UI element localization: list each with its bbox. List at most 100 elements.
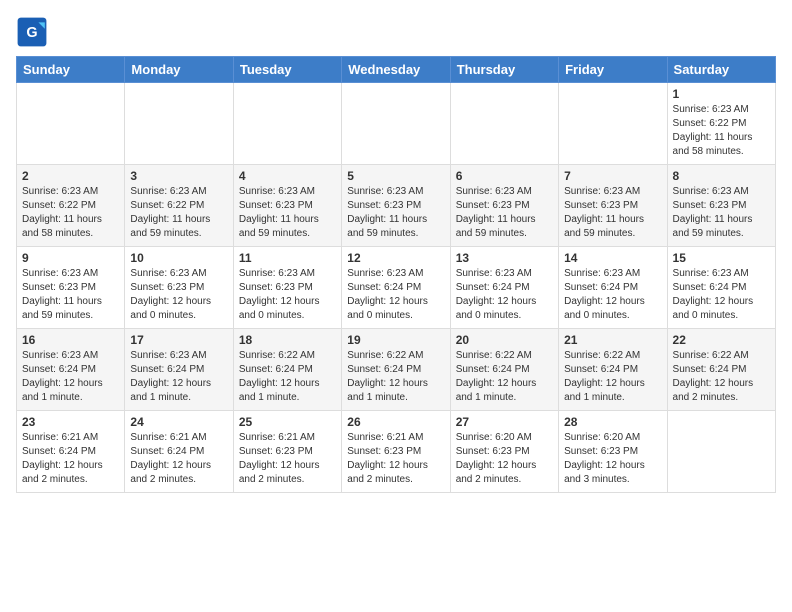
calendar-cell [342, 83, 450, 165]
day-info: Sunrise: 6:21 AM Sunset: 6:24 PM Dayligh… [130, 431, 227, 487]
day-info: Sunrise: 6:23 AM Sunset: 6:24 PM Dayligh… [564, 267, 661, 323]
day-info: Sunrise: 6:23 AM Sunset: 6:23 PM Dayligh… [239, 267, 336, 323]
day-number: 27 [456, 415, 553, 429]
week-row-5: 23 Sunrise: 6:21 AM Sunset: 6:24 PM Dayli… [17, 411, 776, 493]
day-info: Sunrise: 6:23 AM Sunset: 6:23 PM Dayligh… [239, 185, 336, 241]
calendar-cell: 16 Sunrise: 6:23 AM Sunset: 6:24 PM Dayli… [17, 329, 125, 411]
day-info: Sunrise: 6:21 AM Sunset: 6:23 PM Dayligh… [347, 431, 444, 487]
day-number: 9 [22, 251, 119, 265]
day-number: 24 [130, 415, 227, 429]
calendar-cell: 10 Sunrise: 6:23 AM Sunset: 6:23 PM Dayli… [125, 247, 233, 329]
day-number: 18 [239, 333, 336, 347]
day-info: Sunrise: 6:23 AM Sunset: 6:23 PM Dayligh… [673, 185, 770, 241]
calendar-cell: 17 Sunrise: 6:23 AM Sunset: 6:24 PM Dayli… [125, 329, 233, 411]
calendar-cell: 25 Sunrise: 6:21 AM Sunset: 6:23 PM Dayli… [233, 411, 341, 493]
calendar-cell: 6 Sunrise: 6:23 AM Sunset: 6:23 PM Daylig… [450, 165, 558, 247]
day-info: Sunrise: 6:23 AM Sunset: 6:23 PM Dayligh… [22, 267, 119, 323]
day-info: Sunrise: 6:23 AM Sunset: 6:22 PM Dayligh… [130, 185, 227, 241]
day-info: Sunrise: 6:23 AM Sunset: 6:23 PM Dayligh… [456, 185, 553, 241]
day-number: 23 [22, 415, 119, 429]
calendar-cell: 21 Sunrise: 6:22 AM Sunset: 6:24 PM Dayli… [559, 329, 667, 411]
calendar-cell: 1Sunrise: 6:23 AM Sunset: 6:22 PM Daylig… [667, 83, 775, 165]
day-number: 22 [673, 333, 770, 347]
day-number: 20 [456, 333, 553, 347]
day-number: 16 [22, 333, 119, 347]
calendar-cell: 3 Sunrise: 6:23 AM Sunset: 6:22 PM Daylig… [125, 165, 233, 247]
day-info: Sunrise: 6:23 AM Sunset: 6:23 PM Dayligh… [347, 185, 444, 241]
week-row-2: 2 Sunrise: 6:23 AM Sunset: 6:22 PM Daylig… [17, 165, 776, 247]
weekday-header-thursday: Thursday [450, 57, 558, 83]
day-info: Sunrise: 6:23 AM Sunset: 6:23 PM Dayligh… [130, 267, 227, 323]
week-row-1: 1Sunrise: 6:23 AM Sunset: 6:22 PM Daylig… [17, 83, 776, 165]
day-number: 3 [130, 169, 227, 183]
weekday-header-friday: Friday [559, 57, 667, 83]
day-info: Sunrise: 6:22 AM Sunset: 6:24 PM Dayligh… [347, 349, 444, 405]
calendar-cell: 19 Sunrise: 6:22 AM Sunset: 6:24 PM Dayli… [342, 329, 450, 411]
calendar-cell [125, 83, 233, 165]
calendar-cell [667, 411, 775, 493]
day-info: Sunrise: 6:23 AM Sunset: 6:24 PM Dayligh… [456, 267, 553, 323]
calendar-cell: 24 Sunrise: 6:21 AM Sunset: 6:24 PM Dayli… [125, 411, 233, 493]
calendar-cell: 23 Sunrise: 6:21 AM Sunset: 6:24 PM Dayli… [17, 411, 125, 493]
day-info: Sunrise: 6:21 AM Sunset: 6:24 PM Dayligh… [22, 431, 119, 487]
day-number: 5 [347, 169, 444, 183]
calendar-cell: 18 Sunrise: 6:22 AM Sunset: 6:24 PM Dayli… [233, 329, 341, 411]
calendar-cell: 15Sunrise: 6:23 AM Sunset: 6:24 PM Dayli… [667, 247, 775, 329]
day-number: 7 [564, 169, 661, 183]
calendar-cell: 12 Sunrise: 6:23 AM Sunset: 6:24 PM Dayli… [342, 247, 450, 329]
day-info: Sunrise: 6:23 AM Sunset: 6:24 PM Dayligh… [347, 267, 444, 323]
calendar-cell: 5 Sunrise: 6:23 AM Sunset: 6:23 PM Daylig… [342, 165, 450, 247]
logo: G [16, 16, 52, 48]
day-info: Sunrise: 6:23 AM Sunset: 6:22 PM Dayligh… [22, 185, 119, 241]
day-number: 28 [564, 415, 661, 429]
day-info: Sunrise: 6:21 AM Sunset: 6:23 PM Dayligh… [239, 431, 336, 487]
week-row-4: 16 Sunrise: 6:23 AM Sunset: 6:24 PM Dayli… [17, 329, 776, 411]
day-number: 19 [347, 333, 444, 347]
day-info: Sunrise: 6:23 AM Sunset: 6:24 PM Dayligh… [130, 349, 227, 405]
svg-text:G: G [26, 25, 37, 41]
calendar-cell: 9 Sunrise: 6:23 AM Sunset: 6:23 PM Daylig… [17, 247, 125, 329]
day-info: Sunrise: 6:20 AM Sunset: 6:23 PM Dayligh… [456, 431, 553, 487]
day-info: Sunrise: 6:22 AM Sunset: 6:24 PM Dayligh… [239, 349, 336, 405]
calendar-cell [450, 83, 558, 165]
week-row-3: 9 Sunrise: 6:23 AM Sunset: 6:23 PM Daylig… [17, 247, 776, 329]
day-number: 10 [130, 251, 227, 265]
day-info: Sunrise: 6:22 AM Sunset: 6:24 PM Dayligh… [673, 349, 770, 405]
day-number: 12 [347, 251, 444, 265]
day-info: Sunrise: 6:23 AM Sunset: 6:22 PM Dayligh… [673, 103, 770, 159]
day-number: 11 [239, 251, 336, 265]
calendar-cell: 8Sunrise: 6:23 AM Sunset: 6:23 PM Daylig… [667, 165, 775, 247]
day-number: 13 [456, 251, 553, 265]
day-number: 25 [239, 415, 336, 429]
weekday-header-saturday: Saturday [667, 57, 775, 83]
weekday-header-sunday: Sunday [17, 57, 125, 83]
logo-icon: G [16, 16, 48, 48]
calendar-cell: 13 Sunrise: 6:23 AM Sunset: 6:24 PM Dayli… [450, 247, 558, 329]
calendar-cell: 4 Sunrise: 6:23 AM Sunset: 6:23 PM Daylig… [233, 165, 341, 247]
day-info: Sunrise: 6:22 AM Sunset: 6:24 PM Dayligh… [456, 349, 553, 405]
day-info: Sunrise: 6:23 AM Sunset: 6:23 PM Dayligh… [564, 185, 661, 241]
calendar-cell: 7 Sunrise: 6:23 AM Sunset: 6:23 PM Daylig… [559, 165, 667, 247]
day-number: 2 [22, 169, 119, 183]
day-number: 6 [456, 169, 553, 183]
calendar-cell: 20 Sunrise: 6:22 AM Sunset: 6:24 PM Dayli… [450, 329, 558, 411]
calendar-cell: 14 Sunrise: 6:23 AM Sunset: 6:24 PM Dayli… [559, 247, 667, 329]
calendar-cell: 11 Sunrise: 6:23 AM Sunset: 6:23 PM Dayli… [233, 247, 341, 329]
calendar-table: SundayMondayTuesdayWednesdayThursdayFrid… [16, 56, 776, 493]
weekday-header-row: SundayMondayTuesdayWednesdayThursdayFrid… [17, 57, 776, 83]
calendar-cell: 27 Sunrise: 6:20 AM Sunset: 6:23 PM Dayli… [450, 411, 558, 493]
day-number: 4 [239, 169, 336, 183]
calendar-cell [17, 83, 125, 165]
calendar-cell: 26Sunrise: 6:21 AM Sunset: 6:23 PM Dayli… [342, 411, 450, 493]
weekday-header-wednesday: Wednesday [342, 57, 450, 83]
day-info: Sunrise: 6:20 AM Sunset: 6:23 PM Dayligh… [564, 431, 661, 487]
calendar-cell: 2 Sunrise: 6:23 AM Sunset: 6:22 PM Daylig… [17, 165, 125, 247]
day-info: Sunrise: 6:22 AM Sunset: 6:24 PM Dayligh… [564, 349, 661, 405]
calendar-cell: 22 Sunrise: 6:22 AM Sunset: 6:24 PM Dayli… [667, 329, 775, 411]
day-number: 21 [564, 333, 661, 347]
weekday-header-tuesday: Tuesday [233, 57, 341, 83]
day-number: 14 [564, 251, 661, 265]
day-number: 17 [130, 333, 227, 347]
calendar-cell [559, 83, 667, 165]
day-info: Sunrise: 6:23 AM Sunset: 6:24 PM Dayligh… [22, 349, 119, 405]
